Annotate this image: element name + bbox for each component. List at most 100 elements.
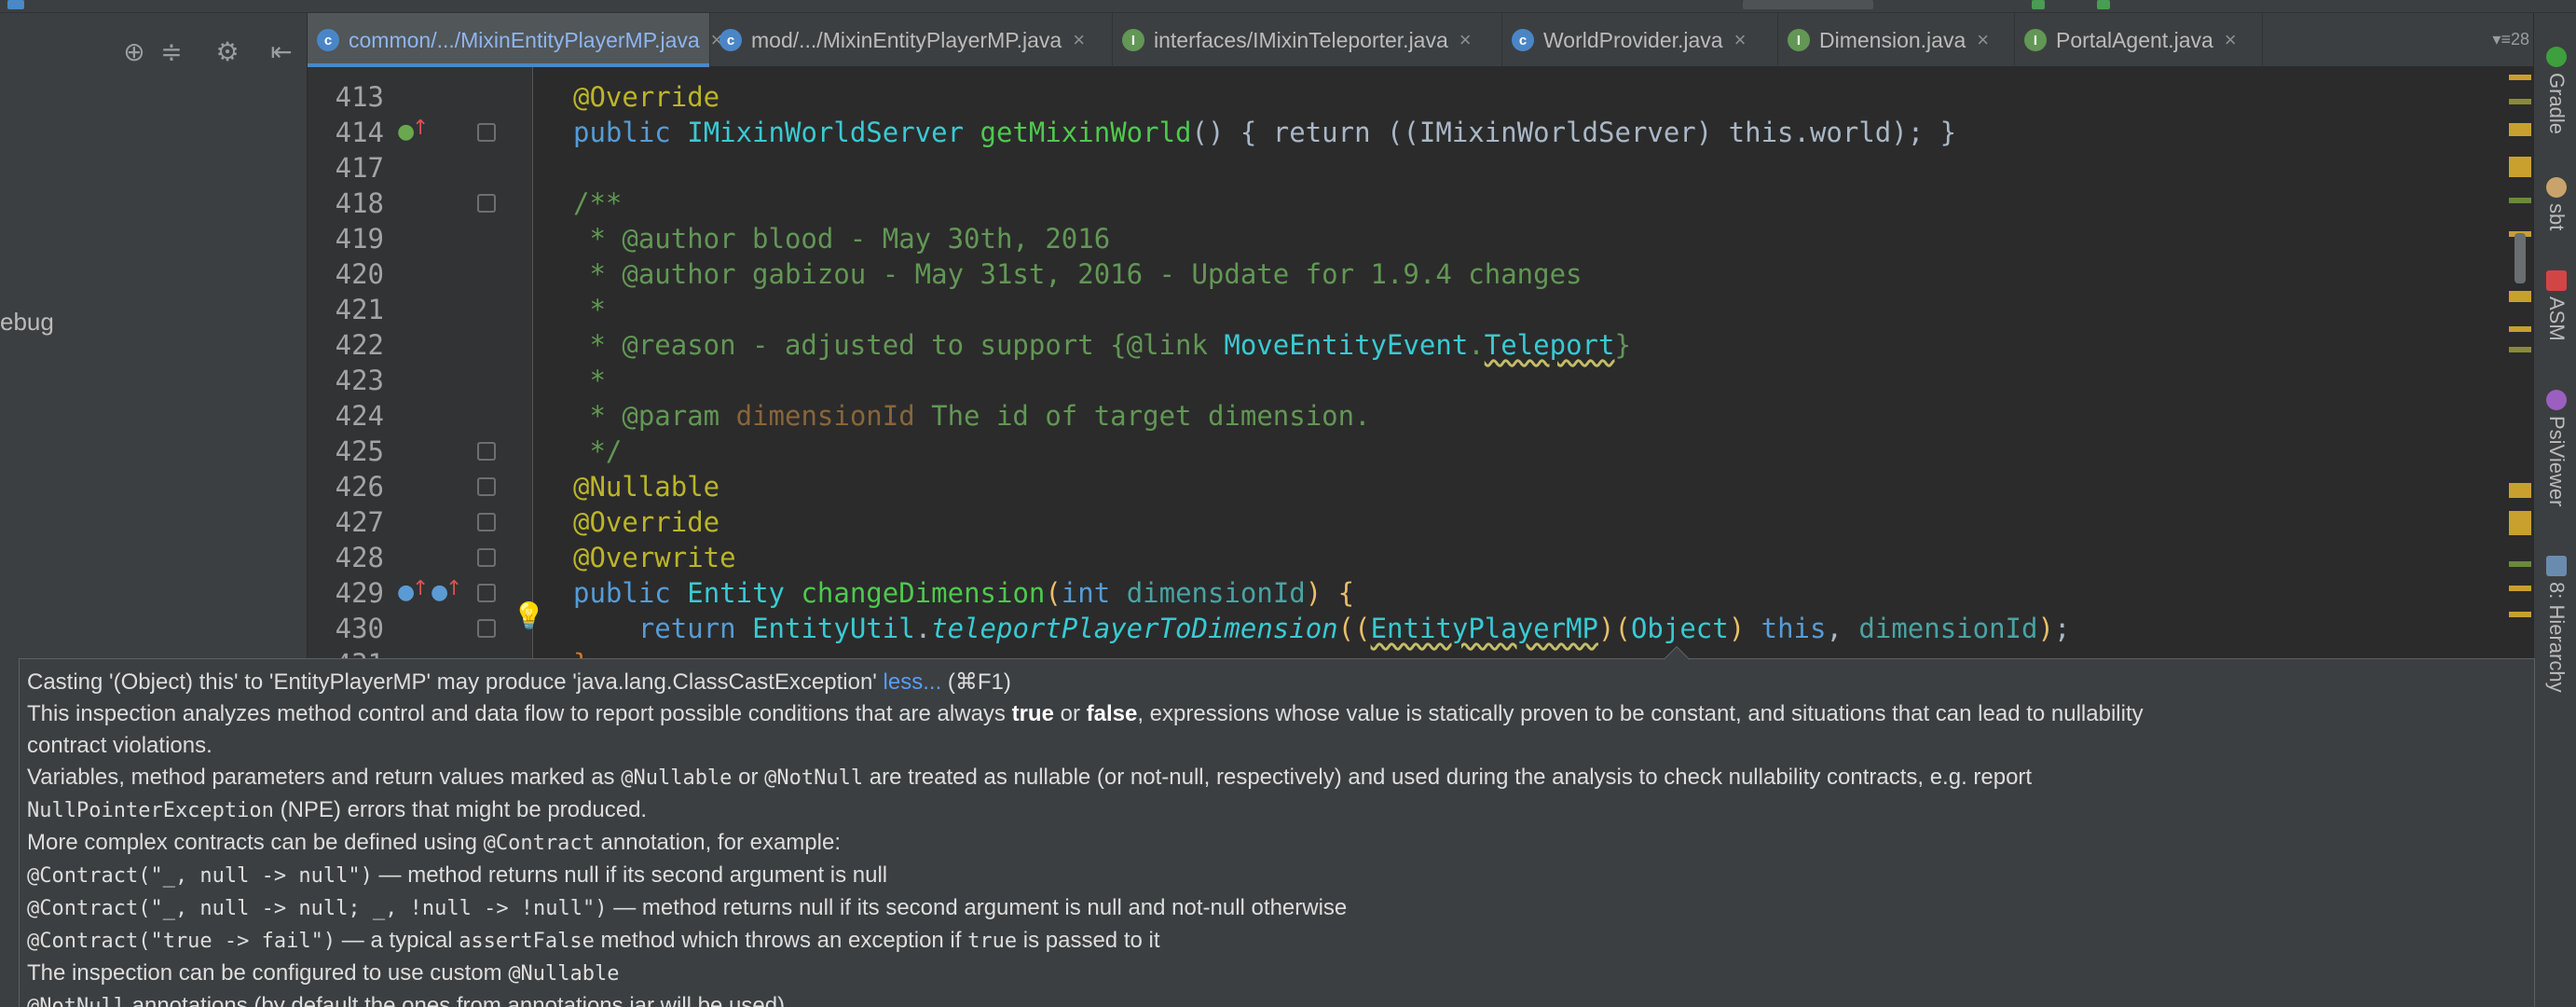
line-number: 422 bbox=[335, 329, 384, 361]
code-line-429[interactable]: public Entity changeDimension(int dimens… bbox=[573, 575, 1354, 611]
doc-link-member[interactable]: Teleport bbox=[1485, 329, 1615, 361]
tool-window-label[interactable]: ebug bbox=[0, 308, 54, 337]
warning-marker[interactable] bbox=[2509, 612, 2531, 617]
editor-tabs: c common/.../MixinEntityPlayerMP.java × … bbox=[308, 13, 2533, 67]
scrollbar-thumb[interactable] bbox=[2514, 233, 2526, 283]
close-icon[interactable]: × bbox=[1073, 28, 1085, 52]
fold-toggle[interactable] bbox=[477, 548, 496, 567]
debug-icon[interactable] bbox=[2097, 0, 2110, 9]
overrides-up-arrow-icon[interactable]: ↑ bbox=[412, 118, 429, 139]
paren: ) { bbox=[1305, 577, 1355, 609]
text: annotation, for example: bbox=[594, 830, 841, 855]
tool-sbt[interactable]: sbt bbox=[2540, 177, 2573, 230]
code-line-428[interactable]: @Overwrite bbox=[573, 540, 736, 575]
tab-portal-agent[interactable]: I PortalAgent.java × bbox=[2015, 13, 2263, 67]
doc-link-class[interactable]: MoveEntityEvent bbox=[1224, 329, 1468, 361]
warning-marker[interactable] bbox=[2509, 586, 2531, 591]
tab-overflow-button[interactable]: ▾≡28 bbox=[2492, 30, 2529, 49]
code-line-426[interactable]: @Nullable bbox=[573, 469, 719, 504]
contract-example: @Contract("_, null -> null") — method re… bbox=[27, 860, 2527, 892]
line-number: 414 bbox=[335, 117, 384, 148]
tab-world-provider[interactable]: c WorldProvider.java × bbox=[1502, 13, 1778, 67]
code-line-421[interactable]: * bbox=[573, 292, 605, 327]
error-stripe[interactable] bbox=[2507, 67, 2533, 658]
warning-marker[interactable] bbox=[2509, 157, 2531, 177]
tab-dimension[interactable]: I Dimension.java × bbox=[1778, 13, 2015, 67]
bold-text: false bbox=[1086, 701, 1138, 726]
text: are treated as nullable (or not-null, re… bbox=[863, 765, 2033, 790]
close-icon[interactable]: × bbox=[1734, 28, 1747, 52]
tool-gradle[interactable]: Gradle bbox=[2540, 47, 2573, 134]
code-line-425[interactable]: */ bbox=[573, 434, 622, 469]
overrides-up-arrow-icon[interactable]: ↑ bbox=[445, 579, 462, 600]
code-line-422[interactable]: * @reason - adjusted to support {@link M… bbox=[573, 327, 1630, 363]
close-icon[interactable]: × bbox=[1459, 28, 1472, 52]
text: method which throws an exception if bbox=[594, 928, 968, 953]
overrides-up-arrow-icon[interactable]: ↑ bbox=[412, 579, 429, 600]
code-line-419[interactable]: * @author blood - May 30th, 2016 bbox=[573, 221, 1110, 256]
code-line-427[interactable]: @Override bbox=[573, 504, 719, 540]
fold-toggle[interactable] bbox=[477, 123, 496, 142]
paren: (( bbox=[1337, 613, 1371, 644]
code-line-414[interactable]: public IMixinWorldServer getMixinWorld()… bbox=[573, 115, 1956, 150]
text: or bbox=[732, 765, 765, 790]
fold-toggle[interactable] bbox=[477, 477, 496, 496]
tab-label: Dimension.java bbox=[1819, 27, 1966, 52]
tool-label: Gradle bbox=[2545, 73, 2569, 135]
cast-type[interactable]: EntityPlayerMP bbox=[1371, 613, 1598, 644]
tool-asm[interactable]: ASM bbox=[2540, 270, 2573, 341]
code-line-420[interactable]: * @author gabizou - May 31st, 2016 - Upd… bbox=[573, 256, 1582, 292]
paren: ) bbox=[1728, 613, 1746, 644]
code-line-423[interactable]: * bbox=[573, 363, 605, 398]
text: Variables, method parameters and return … bbox=[27, 765, 622, 790]
fold-toggle[interactable] bbox=[477, 442, 496, 461]
code-line-413[interactable]: @Override bbox=[573, 79, 719, 115]
doc-param-name: dimensionId bbox=[735, 400, 915, 432]
collapse-icon[interactable]: ≑ bbox=[153, 34, 190, 71]
usage-marker[interactable] bbox=[2509, 99, 2531, 104]
warning-marker[interactable] bbox=[2509, 483, 2531, 498]
hide-icon[interactable]: ⇤ bbox=[263, 34, 300, 71]
intention-bulb-icon[interactable]: 💡 bbox=[513, 603, 545, 629]
main-toolbar-strip bbox=[0, 0, 2576, 13]
fold-toggle[interactable] bbox=[477, 194, 496, 213]
code-snippet: @NotNull bbox=[27, 995, 126, 1007]
code-line-430[interactable]: return EntityUtil.teleportPlayerToDimens… bbox=[573, 611, 2071, 646]
fold-toggle[interactable] bbox=[477, 513, 496, 531]
warning-marker[interactable] bbox=[2509, 123, 2531, 136]
doc-text: The id of target dimension. bbox=[914, 400, 1371, 432]
tab-mod-mixin-entity-player-mp[interactable]: c mod/.../MixinEntityPlayerMP.java × bbox=[710, 13, 1113, 67]
inspection-paragraph: contract violations. bbox=[27, 733, 212, 758]
warning-marker[interactable] bbox=[2509, 511, 2531, 535]
class-icon: c bbox=[719, 29, 742, 51]
code-line-424[interactable]: * @param dimensionId The id of target di… bbox=[573, 398, 1371, 434]
doc-text: * @param bbox=[573, 400, 736, 432]
tool-hierarchy[interactable]: 8: Hierarchy bbox=[2540, 556, 2573, 693]
code-snippet: @Nullable bbox=[621, 766, 733, 790]
run-config-fragment[interactable] bbox=[1743, 0, 1873, 9]
target-icon[interactable]: ⊕ bbox=[116, 34, 153, 71]
close-icon[interactable]: × bbox=[2225, 28, 2237, 52]
gear-icon[interactable]: ⚙ bbox=[209, 34, 246, 71]
line-number: 427 bbox=[335, 506, 384, 538]
tab-common-mixin-entity-player-mp[interactable]: c common/.../MixinEntityPlayerMP.java × bbox=[308, 13, 723, 67]
warning-marker[interactable] bbox=[2509, 75, 2531, 80]
line-number: 429 bbox=[335, 577, 384, 609]
less-link[interactable]: less... bbox=[884, 669, 942, 695]
tool-psiviewer[interactable]: PsiViewer bbox=[2540, 390, 2573, 506]
close-icon[interactable]: × bbox=[1977, 28, 1989, 52]
warning-marker[interactable] bbox=[2509, 291, 2531, 302]
fold-toggle[interactable] bbox=[477, 584, 496, 602]
inspection-title: Casting '(Object) this' to 'EntityPlayer… bbox=[27, 667, 2527, 698]
usage-marker[interactable] bbox=[2509, 561, 2531, 567]
run-icon[interactable] bbox=[2032, 0, 2045, 9]
warning-marker[interactable] bbox=[2509, 326, 2531, 332]
asm-icon bbox=[2546, 270, 2567, 291]
code-line-418[interactable]: /** bbox=[573, 186, 622, 221]
fold-toggle[interactable] bbox=[477, 619, 496, 638]
tool-label: PsiViewer bbox=[2545, 416, 2569, 507]
tab-imixin-teleporter[interactable]: I interfaces/IMixinTeleporter.java × bbox=[1113, 13, 1502, 67]
usage-marker[interactable] bbox=[2509, 198, 2531, 203]
line-number: 413 bbox=[335, 81, 384, 113]
usage-marker[interactable] bbox=[2509, 347, 2531, 352]
